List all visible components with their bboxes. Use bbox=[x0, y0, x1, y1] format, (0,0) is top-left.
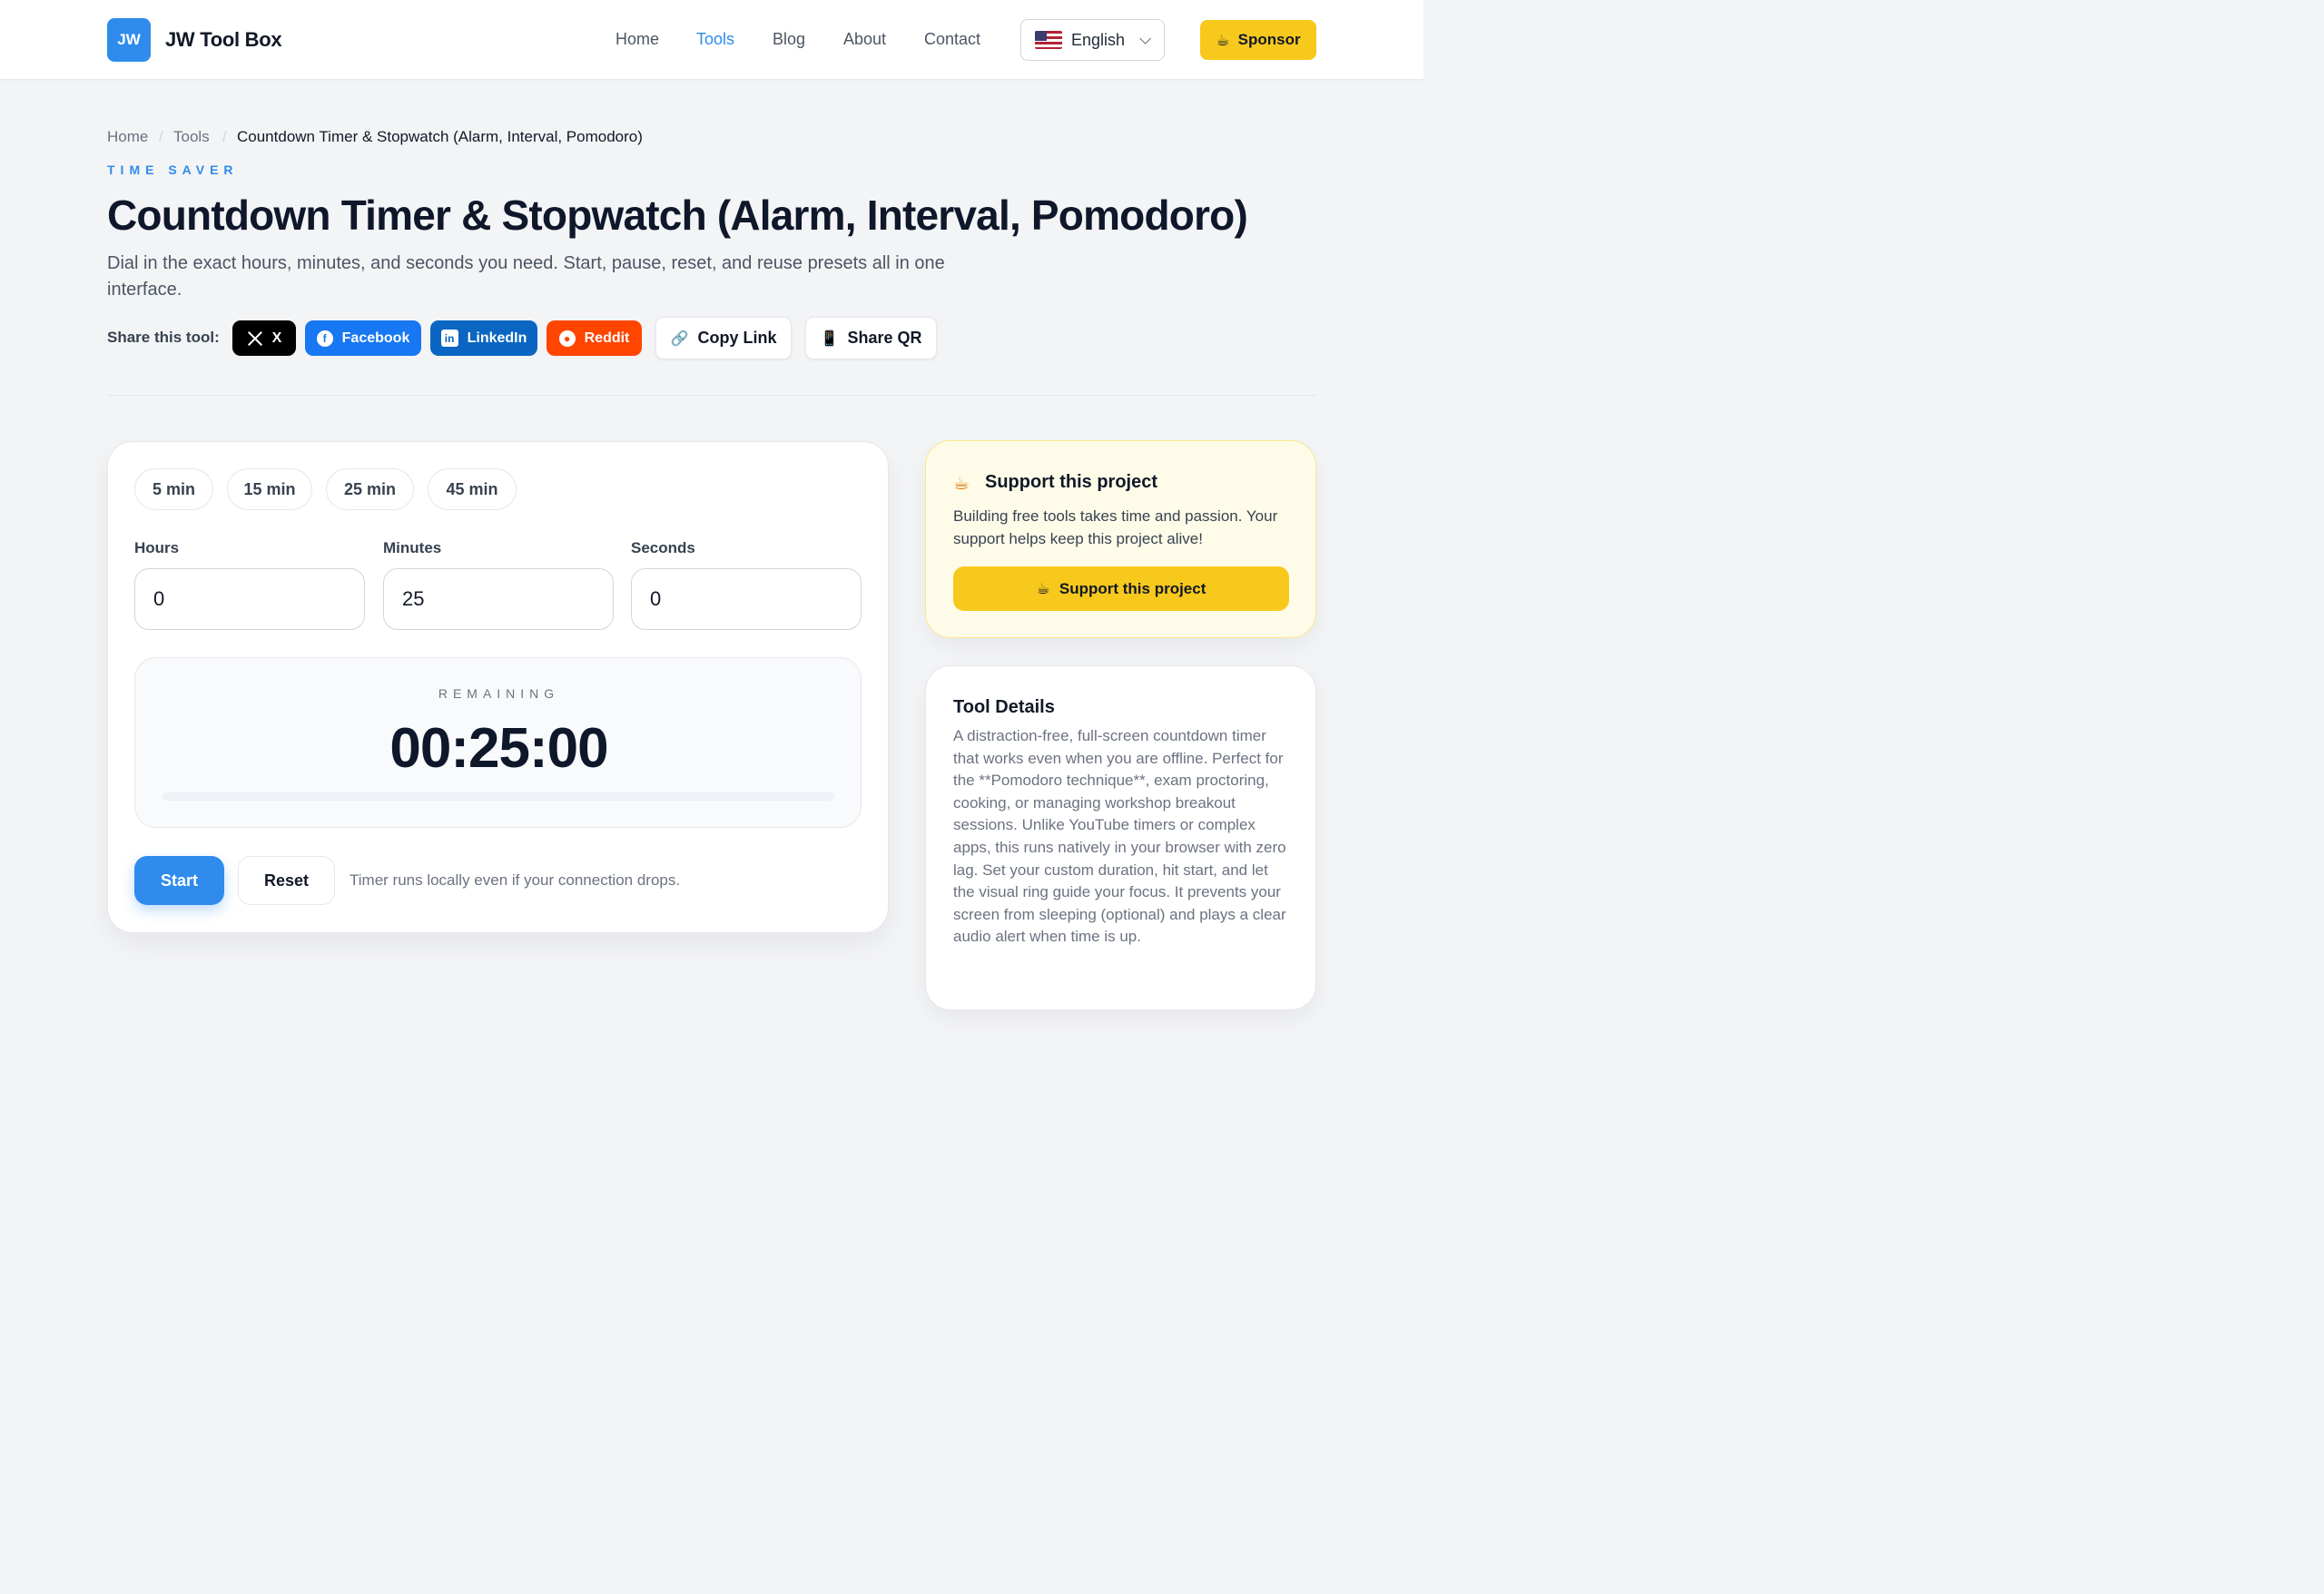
breadcrumb-separator: / bbox=[159, 128, 163, 145]
reddit-icon: ● bbox=[558, 330, 576, 347]
copy-link-label: Copy Link bbox=[697, 329, 777, 347]
preset-45-min[interactable]: 45 min bbox=[428, 468, 517, 510]
support-text: Building free tools takes time and passi… bbox=[953, 507, 1278, 547]
share-linkedin-label: LinkedIn bbox=[467, 330, 527, 346]
chevron-down-icon bbox=[1139, 32, 1152, 44]
start-button[interactable]: Start bbox=[134, 856, 224, 905]
site-header: JW JW Tool Box Home Tools Blog About Con… bbox=[0, 0, 1423, 80]
page-subtitle: Dial in the exact hours, minutes, and se… bbox=[107, 253, 945, 300]
hours-label: Hours bbox=[134, 539, 180, 556]
breadcrumb-current: Countdown Timer & Stopwatch (Alarm, Inte… bbox=[237, 128, 643, 145]
tool-details-card: Tool Details A distraction-free, full-sc… bbox=[925, 665, 1316, 1010]
share-reddit-label: Reddit bbox=[584, 330, 630, 346]
support-title: Support this project bbox=[985, 472, 1157, 492]
remaining-display: REMAINING 00:25:00 bbox=[134, 657, 862, 828]
progress-bar bbox=[162, 792, 834, 801]
nav-contact[interactable]: Contact bbox=[924, 30, 980, 49]
link-icon: 🔗 bbox=[670, 330, 689, 347]
nav-home[interactable]: Home bbox=[615, 30, 659, 49]
logo[interactable]: JW bbox=[107, 18, 151, 62]
section-divider bbox=[107, 395, 1316, 396]
breadcrumb-home[interactable]: Home bbox=[107, 128, 148, 146]
linkedin-icon: in bbox=[440, 330, 458, 347]
tool-details-title: Tool Details bbox=[953, 697, 1055, 717]
sponsor-button[interactable]: ☕ Sponsor bbox=[1200, 20, 1316, 60]
breadcrumb-separator: / bbox=[222, 128, 227, 145]
coffee-icon: ☕ bbox=[953, 474, 970, 494]
brand-name[interactable]: JW Tool Box bbox=[165, 28, 282, 52]
seconds-input[interactable] bbox=[631, 568, 862, 630]
sponsor-label: Sponsor bbox=[1237, 31, 1301, 48]
minutes-label: Minutes bbox=[383, 539, 442, 556]
share-label: Share this tool: bbox=[107, 329, 220, 346]
preset-15-min[interactable]: 15 min bbox=[227, 468, 312, 510]
preset-5-min[interactable]: 5 min bbox=[134, 468, 213, 510]
language-select[interactable]: English bbox=[1020, 19, 1165, 61]
share-facebook-label: Facebook bbox=[341, 330, 410, 346]
hours-input[interactable] bbox=[134, 568, 365, 630]
offline-note: Timer runs locally even if your connecti… bbox=[350, 871, 681, 889]
copy-link-button[interactable]: 🔗 Copy Link bbox=[655, 317, 792, 359]
coffee-icon: ☕ bbox=[1216, 31, 1230, 49]
page-title: Countdown Timer & Stopwatch (Alarm, Inte… bbox=[107, 192, 1248, 239]
us-flag-icon bbox=[1035, 31, 1062, 49]
share-linkedin-button[interactable]: in LinkedIn bbox=[430, 320, 537, 356]
nav-tools[interactable]: Tools bbox=[696, 30, 734, 49]
share-facebook-button[interactable]: f Facebook bbox=[305, 320, 421, 356]
language-label: English bbox=[1071, 30, 1126, 49]
share-qr-label: Share QR bbox=[847, 329, 922, 347]
coffee-icon: ☕ bbox=[1036, 580, 1050, 597]
share-x-button[interactable]: X bbox=[232, 320, 296, 356]
reset-button[interactable]: Reset bbox=[238, 856, 335, 905]
nav-about[interactable]: About bbox=[843, 30, 886, 49]
preset-25-min[interactable]: 25 min bbox=[326, 468, 414, 510]
share-qr-button[interactable]: 📱 Share QR bbox=[805, 317, 937, 359]
breadcrumb-tools[interactable]: Tools bbox=[173, 128, 210, 146]
share-reddit-button[interactable]: ● Reddit bbox=[547, 320, 642, 356]
tool-details-text: A distraction-free, full-screen countdow… bbox=[953, 727, 1286, 946]
share-x-label: X bbox=[271, 330, 282, 346]
support-card: ☕ Support this project Building free too… bbox=[925, 440, 1316, 638]
phone-icon: 📱 bbox=[820, 330, 839, 347]
remaining-label: REMAINING bbox=[438, 686, 560, 701]
support-button-label: Support this project bbox=[1059, 579, 1206, 597]
facebook-icon: f bbox=[316, 330, 333, 347]
x-logo-icon bbox=[247, 330, 262, 346]
nav-blog[interactable]: Blog bbox=[773, 30, 805, 49]
category-eyebrow: TIME SAVER bbox=[107, 162, 239, 177]
support-project-button[interactable]: ☕ Support this project bbox=[953, 566, 1289, 611]
remaining-time: 00:25:00 bbox=[389, 717, 608, 780]
minutes-input[interactable] bbox=[383, 568, 614, 630]
seconds-label: Seconds bbox=[631, 539, 695, 556]
